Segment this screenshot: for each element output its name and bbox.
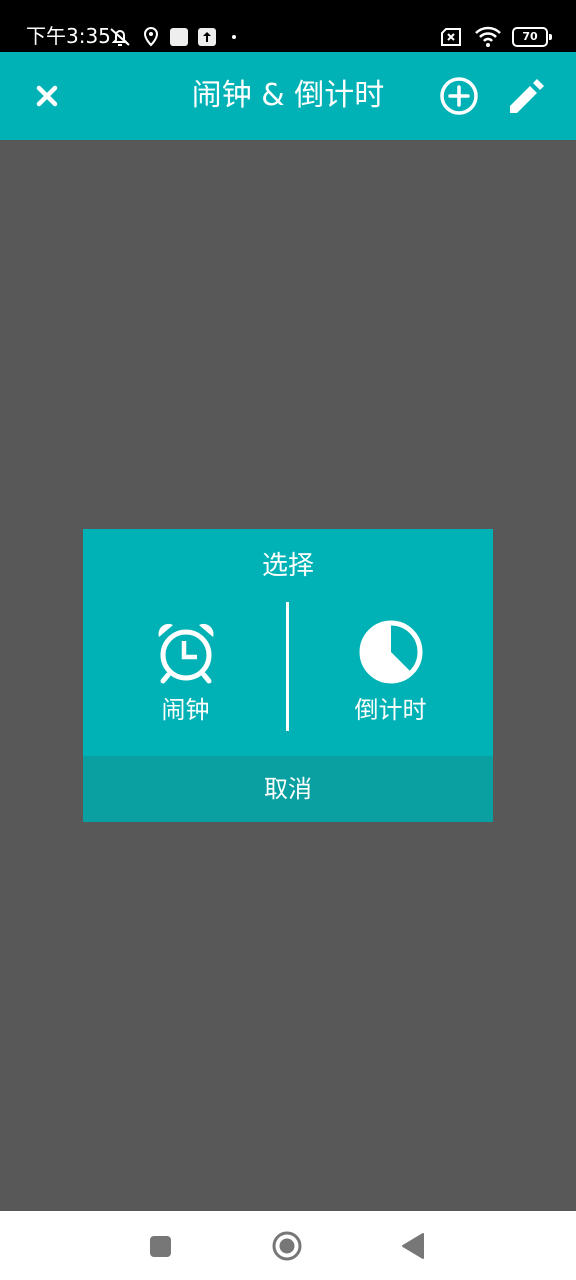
add-circle-icon bbox=[440, 77, 478, 115]
recent-apps-icon bbox=[150, 1236, 171, 1257]
page-title: 闹钟 & 倒计时 bbox=[191, 78, 385, 113]
edit-button[interactable] bbox=[504, 74, 548, 118]
recent-apps-button[interactable] bbox=[143, 1229, 177, 1263]
dialog-title: 选择 bbox=[261, 551, 314, 581]
add-button[interactable] bbox=[437, 74, 481, 118]
countdown-option-label: 倒计时 bbox=[354, 696, 427, 724]
system-nav-bar bbox=[0, 1211, 576, 1280]
location-icon bbox=[143, 26, 159, 47]
home-button[interactable] bbox=[270, 1229, 304, 1263]
countdown-option[interactable]: 倒计时 bbox=[288, 619, 493, 765]
cancel-button[interactable]: 取消 bbox=[83, 756, 493, 822]
battery-level: 70 bbox=[522, 30, 538, 43]
mute-bell-icon bbox=[110, 28, 130, 46]
status-time: 下午3:35 bbox=[26, 24, 111, 48]
back-icon bbox=[402, 1233, 424, 1259]
status-icons-right: 70 bbox=[440, 24, 552, 50]
upload-icon bbox=[198, 28, 216, 46]
alarm-option-label: 闹钟 bbox=[161, 696, 210, 724]
close-icon bbox=[36, 85, 58, 107]
pencil-icon bbox=[510, 79, 544, 113]
wifi-icon bbox=[475, 26, 501, 47]
dot-icon bbox=[232, 35, 236, 39]
alarm-clock-icon bbox=[158, 623, 213, 684]
sim-x-icon bbox=[441, 28, 461, 46]
alarm-option[interactable]: 闹钟 bbox=[83, 619, 288, 765]
choice-dialog: 选择 闹钟 倒计时 取消 bbox=[83, 529, 493, 822]
battery-icon: 70 bbox=[512, 27, 552, 47]
app-square-icon bbox=[170, 28, 188, 46]
back-button[interactable] bbox=[396, 1229, 430, 1263]
home-icon bbox=[272, 1231, 302, 1261]
status-bar: 下午3:35 70 bbox=[0, 0, 576, 52]
pie-timer-icon bbox=[359, 620, 422, 684]
app-bar: 闹钟 & 倒计时 bbox=[0, 52, 576, 140]
close-button[interactable] bbox=[25, 74, 69, 118]
status-icons-left bbox=[108, 24, 236, 50]
